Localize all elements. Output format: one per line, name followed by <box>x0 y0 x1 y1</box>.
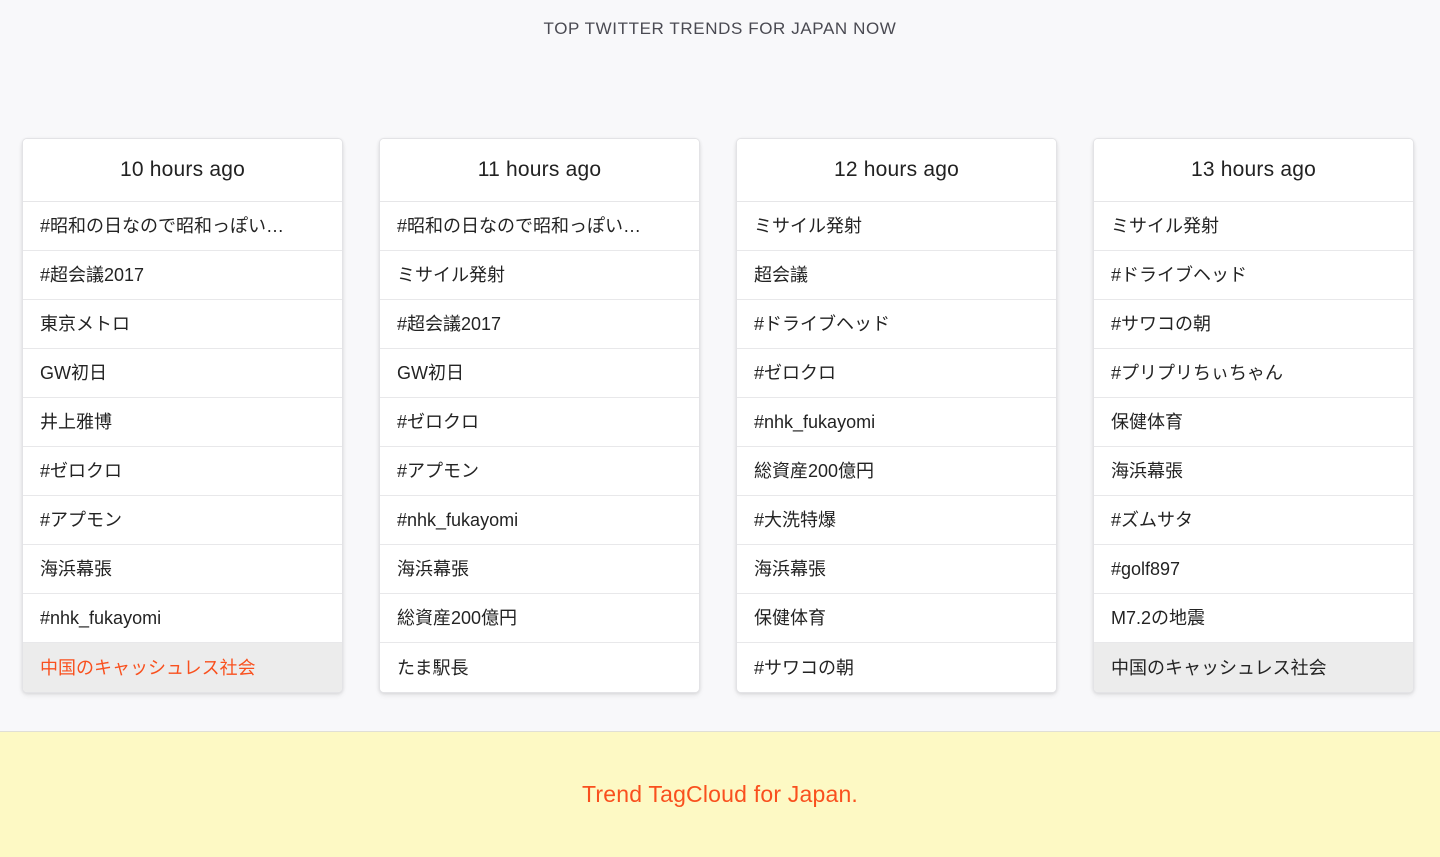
trend-list-item[interactable]: 海浜幕張 <box>1094 447 1413 496</box>
trend-list-item[interactable]: 中国のキャッシュレス社会 <box>23 643 342 692</box>
trend-list-item[interactable]: #nhk_fukayomi <box>23 594 342 643</box>
trend-list: #昭和の日なので昭和っぽい… #超会議2017 東京メトロ GW初日 井上雅博 #ゼロクロ… <box>23 202 342 692</box>
trend-list-item[interactable]: #ゼロクロ <box>380 398 699 447</box>
trend-list-item[interactable]: #昭和の日なので昭和っぽい… <box>380 202 699 251</box>
trend-list-item[interactable]: 超会議 <box>737 251 1056 300</box>
trend-card-title: 11 hours ago <box>380 139 699 202</box>
trend-list-item[interactable]: #アプモン <box>23 496 342 545</box>
page-root: TOP TWITTER TRENDS FOR JAPAN NOW 10 hour… <box>0 0 1440 857</box>
footer-band: Trend TagCloud for Japan. <box>0 731 1440 857</box>
trend-list-item[interactable]: #サワコの朝 <box>1094 300 1413 349</box>
trend-card: 10 hours ago #昭和の日なので昭和っぽい… #超会議2017 東京メトロ G… <box>22 138 343 693</box>
trend-list-item[interactable]: #超会議2017 <box>380 300 699 349</box>
page-title: TOP TWITTER TRENDS FOR JAPAN NOW <box>543 19 897 38</box>
trend-list-item[interactable]: 井上雅博 <box>23 398 342 447</box>
trend-list-item[interactable]: ミサイル発射 <box>380 251 699 300</box>
trend-list-item[interactable]: 海浜幕張 <box>380 545 699 594</box>
trend-list-item[interactable]: たま駅長 <box>380 643 699 692</box>
trend-list: #昭和の日なので昭和っぽい… ミサイル発射 #超会議2017 GW初日 #ゼロクロ #アプ… <box>380 202 699 692</box>
trend-list-item[interactable]: 総資産200億円 <box>380 594 699 643</box>
trend-card: 11 hours ago #昭和の日なので昭和っぽい… ミサイル発射 #超会議2017… <box>379 138 700 693</box>
trend-list: ミサイル発射 #ドライブヘッド #サワコの朝 #プリプリちぃちゃん 保健体育 海浜幕張 #ズ… <box>1094 202 1413 692</box>
trend-card-title: 10 hours ago <box>23 139 342 202</box>
trend-list-item[interactable]: ミサイル発射 <box>737 202 1056 251</box>
trend-list-item[interactable]: #昭和の日なので昭和っぽい… <box>23 202 342 251</box>
trend-list-item[interactable]: 中国のキャッシュレス社会 <box>1094 643 1413 692</box>
trend-list-item[interactable]: #ドライブヘッド <box>1094 251 1413 300</box>
trend-list-item[interactable]: 東京メトロ <box>23 300 342 349</box>
trend-list-item[interactable]: #ドライブヘッド <box>737 300 1056 349</box>
trend-list-item[interactable]: #大洗特爆 <box>737 496 1056 545</box>
trend-card: 12 hours ago ミサイル発射 超会議 #ドライブヘッド #ゼロクロ #nhk_f… <box>736 138 1057 693</box>
trend-card-title: 13 hours ago <box>1094 139 1413 202</box>
trend-columns-board: 10 hours ago #昭和の日なので昭和っぽい… #超会議2017 東京メトロ G… <box>0 55 1440 730</box>
trend-list-item[interactable]: GW初日 <box>380 349 699 398</box>
trend-list-item[interactable]: 総資産200億円 <box>737 447 1056 496</box>
trend-card-title: 12 hours ago <box>737 139 1056 202</box>
trend-list-item[interactable]: #nhk_fukayomi <box>380 496 699 545</box>
trend-list-item[interactable]: 海浜幕張 <box>23 545 342 594</box>
footer-title: Trend TagCloud for Japan. <box>581 781 859 807</box>
trend-list-item[interactable]: M7.2の地震 <box>1094 594 1413 643</box>
trend-list-item[interactable]: 保健体育 <box>1094 398 1413 447</box>
trend-list-item[interactable]: #サワコの朝 <box>737 643 1056 692</box>
trend-list-item[interactable]: #アプモン <box>380 447 699 496</box>
trend-list-item[interactable]: GW初日 <box>23 349 342 398</box>
trend-list-item[interactable]: #ゼロクロ <box>737 349 1056 398</box>
trend-list-item[interactable]: #ズムサタ <box>1094 496 1413 545</box>
trend-list-item[interactable]: #nhk_fukayomi <box>737 398 1056 447</box>
trend-list-item[interactable]: #超会議2017 <box>23 251 342 300</box>
trend-list-item[interactable]: ミサイル発射 <box>1094 202 1413 251</box>
trend-card: 13 hours ago ミサイル発射 #ドライブヘッド #サワコの朝 #プリプリちぃち… <box>1093 138 1414 693</box>
trend-list-item[interactable]: #ゼロクロ <box>23 447 342 496</box>
trend-list-item[interactable]: 海浜幕張 <box>737 545 1056 594</box>
trend-list-item[interactable]: #プリプリちぃちゃん <box>1094 349 1413 398</box>
trend-list: ミサイル発射 超会議 #ドライブヘッド #ゼロクロ #nhk_fukayomi 総資産20… <box>737 202 1056 692</box>
trend-list-item[interactable]: 保健体育 <box>737 594 1056 643</box>
trend-list-item[interactable]: #golf897 <box>1094 545 1413 594</box>
